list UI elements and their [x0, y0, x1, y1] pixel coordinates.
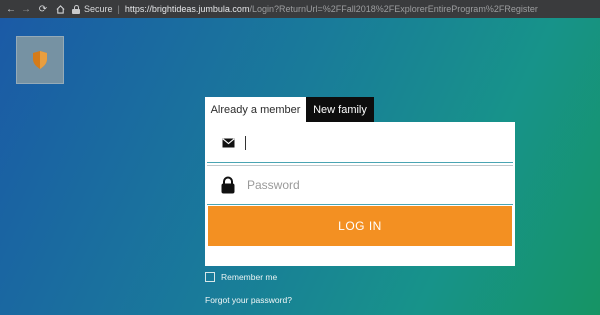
forward-icon[interactable]: →	[20, 0, 32, 18]
browser-toolbar: ← → ⟳ Secure | https://brightideas.jumbu…	[0, 0, 600, 18]
password-input[interactable]	[243, 172, 513, 198]
home-icon[interactable]	[54, 0, 66, 18]
lock-icon	[72, 4, 80, 14]
email-input[interactable]	[246, 130, 513, 156]
forgot-password-link[interactable]: Forgot your password?	[205, 295, 292, 305]
shield-icon	[33, 51, 47, 69]
envelope-icon	[213, 138, 243, 148]
remember-checkbox[interactable]	[205, 272, 215, 282]
url-separator: |	[117, 4, 120, 14]
tab-already-member[interactable]: Already a member	[205, 97, 306, 123]
secure-label: Secure	[84, 4, 113, 14]
login-page: Already a member New family LOG IN Remem…	[0, 18, 600, 315]
email-field[interactable]	[207, 124, 513, 163]
padlock-icon	[213, 176, 243, 194]
login-button[interactable]: LOG IN	[208, 206, 512, 246]
login-form: LOG IN	[205, 122, 515, 266]
site-logo[interactable]	[16, 36, 64, 84]
tab-new-family[interactable]: New family	[306, 97, 374, 123]
url-path: /Login?ReturnUrl=%2FFall2018%2FExplorerE…	[249, 4, 538, 14]
remember-label: Remember me	[221, 272, 278, 282]
back-icon[interactable]: ←	[5, 0, 17, 18]
password-field[interactable]	[207, 165, 513, 205]
address-bar[interactable]: https://brightideas.jumbula.com/Login?Re…	[125, 4, 538, 14]
remember-me[interactable]: Remember me	[205, 272, 277, 282]
url-host: https://brightideas.jumbula.com	[124, 4, 250, 14]
reload-icon[interactable]: ⟳	[37, 0, 49, 18]
login-tabs: Already a member New family	[205, 97, 374, 123]
